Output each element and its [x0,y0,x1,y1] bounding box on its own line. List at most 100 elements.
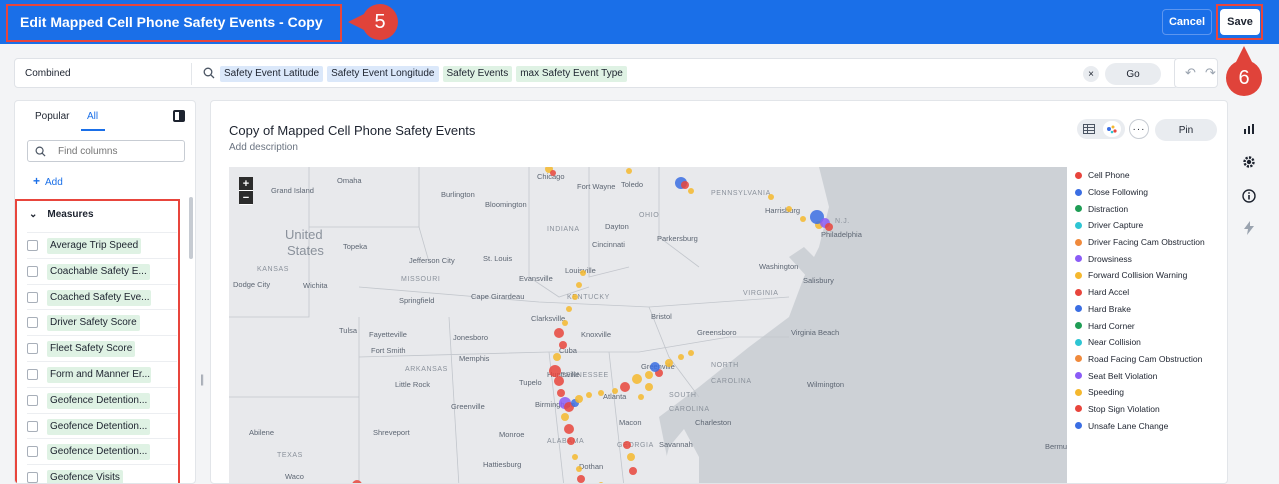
map-point[interactable] [650,362,660,372]
measure-checkbox[interactable] [27,343,38,355]
chart-view-icon[interactable] [1103,121,1121,137]
list-item[interactable]: Driver Safety Score [27,309,177,335]
map-point[interactable] [580,270,586,276]
measures-section-header[interactable]: ⌄ Measures [29,209,94,220]
map-point[interactable] [576,282,582,288]
legend-item[interactable]: Close Following [1075,184,1225,201]
zoom-in-button[interactable]: + [239,177,253,190]
legend-item[interactable]: Hard Accel [1075,284,1225,301]
map-point[interactable] [626,168,632,174]
gear-icon[interactable] [1238,151,1260,173]
map-point[interactable] [586,392,592,398]
search-token[interactable]: Safety Event Latitude [220,66,324,82]
measure-checkbox[interactable] [27,240,38,251]
search-token[interactable]: max Safety Event Type [516,66,627,82]
map-point[interactable] [566,306,572,312]
search-token[interactable]: Safety Event Longitude [327,66,439,82]
map-point[interactable] [576,466,582,472]
map-point[interactable] [638,394,644,400]
view-toggle[interactable] [1077,119,1125,139]
list-item[interactable]: Geofence Detention... [27,386,177,413]
list-item[interactable]: Geofence Detention... [27,438,177,464]
map-point[interactable] [575,395,583,403]
list-item[interactable]: Fleet Safety Score [27,335,177,361]
map-point[interactable] [681,181,689,189]
legend-item[interactable]: Cell Phone [1075,167,1225,184]
map-point[interactable] [768,194,774,200]
legend-item[interactable]: Driver Capture [1075,217,1225,234]
legend-item[interactable]: Drowsiness [1075,250,1225,267]
add-column-link[interactable]: + Add [33,174,63,188]
chart-description[interactable]: Add description [229,142,298,153]
map-point[interactable] [688,350,694,356]
map-point[interactable] [567,437,575,445]
list-item[interactable]: Average Trip Speed [27,232,177,258]
map-point[interactable] [825,223,833,231]
map-point[interactable] [553,353,561,361]
map-point[interactable] [623,441,631,449]
measure-checkbox[interactable] [27,394,38,406]
save-button[interactable]: Save [1220,9,1260,35]
legend-item[interactable]: Forward Collision Warning [1075,267,1225,284]
map-point[interactable] [678,354,684,360]
legend-item[interactable]: Near Collision [1075,334,1225,351]
list-item[interactable]: Coached Safety Eve... [27,283,177,310]
legend-item[interactable]: Driver Facing Cam Obstruction [1075,234,1225,251]
measure-checkbox[interactable] [27,446,38,458]
map-point[interactable] [629,467,637,475]
map-canvas[interactable]: Omaha Grand Island Burlington Bloomington Ch… [229,167,1067,484]
tab-popular[interactable]: Popular [35,111,69,122]
collapse-panel-icon[interactable] [173,110,185,122]
resize-handle[interactable]: || [200,372,204,386]
map-point[interactable] [572,294,578,300]
map-point[interactable] [665,359,673,367]
map-point[interactable] [612,388,618,394]
clear-search-button[interactable]: × [1083,66,1099,82]
map-point[interactable] [549,365,561,377]
map-point[interactable] [627,453,635,461]
map-point[interactable] [572,454,578,460]
legend-item[interactable]: Stop Sign Violation [1075,401,1225,418]
map-point[interactable] [557,389,565,397]
map-point[interactable] [645,383,653,391]
map-point[interactable] [554,376,564,386]
legend-item[interactable]: Unsafe Lane Change [1075,417,1225,434]
map-point[interactable] [559,341,567,349]
map-point[interactable] [562,320,568,326]
map-point[interactable] [800,216,806,222]
undo-icon[interactable]: ↶ [1185,65,1196,81]
map-point[interactable] [598,390,604,396]
measure-checkbox[interactable] [27,317,38,329]
chart-title[interactable]: Copy of Mapped Cell Phone Safety Events [229,123,475,138]
go-button[interactable]: Go [1105,63,1161,85]
map-point[interactable] [554,328,564,338]
measure-checkbox[interactable] [27,291,38,303]
map-point[interactable] [786,206,792,212]
info-icon[interactable] [1238,185,1260,207]
legend-item[interactable]: Road Facing Cam Obstruction [1075,351,1225,368]
measure-checkbox[interactable] [27,420,38,432]
list-item[interactable]: Form and Manner Er... [27,360,177,387]
legend-item[interactable]: Seat Belt Violation [1075,367,1225,384]
more-options-button[interactable]: ··· [1129,119,1149,139]
tab-all[interactable]: All [87,111,98,122]
map-point[interactable] [564,424,574,434]
legend-item[interactable]: Speeding [1075,384,1225,401]
legend-item[interactable]: Distraction [1075,200,1225,217]
zoom-out-button[interactable]: − [239,191,253,204]
map-point[interactable] [561,413,569,421]
pin-button[interactable]: Pin [1155,119,1217,141]
list-item[interactable]: Geofence Visits [27,464,177,483]
search-bar[interactable]: Combined Safety Event Latitude Safety Eve… [14,58,1178,88]
bolt-icon[interactable] [1238,217,1260,239]
map-chart[interactable]: Omaha Grand Island Burlington Bloomington Ch… [229,167,1067,484]
list-item[interactable]: Coachable Safety E... [27,257,177,284]
map-point[interactable] [577,475,585,483]
data-source-selector[interactable]: Combined [25,68,71,79]
legend-item[interactable]: Hard Corner [1075,317,1225,334]
measure-checkbox[interactable] [27,472,38,483]
map-point[interactable] [645,371,653,379]
legend-item[interactable]: Hard Brake [1075,301,1225,318]
find-columns-input[interactable] [27,140,185,162]
measure-checkbox[interactable] [27,368,38,380]
